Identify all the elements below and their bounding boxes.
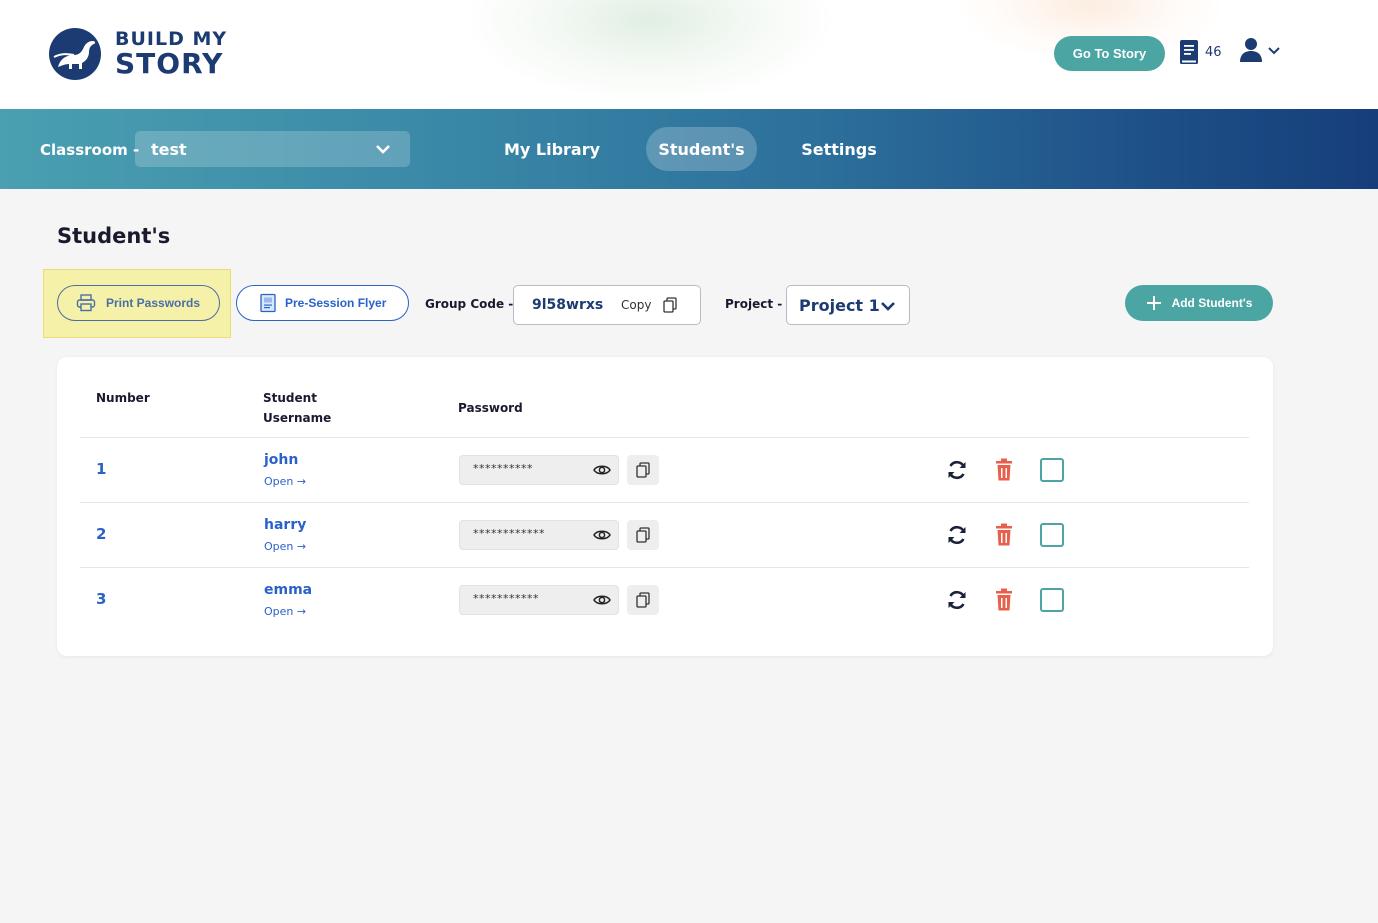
- go-to-story-button[interactable]: Go To Story: [1054, 36, 1165, 71]
- row-select-checkbox[interactable]: [1040, 523, 1064, 547]
- row-select-checkbox[interactable]: [1040, 458, 1064, 482]
- students-table: Number Student Username Password 1 john …: [57, 357, 1273, 656]
- group-code-copy-button[interactable]: Copy: [621, 297, 678, 313]
- flyer-icon: [260, 293, 276, 313]
- pre-session-flyer-label: Pre-Session Flyer: [285, 296, 387, 310]
- copy-label: Copy: [621, 298, 652, 312]
- chevron-down-icon: [1268, 47, 1280, 55]
- table-row: 3 emma Open → ***********: [80, 567, 1249, 632]
- print-passwords-button[interactable]: Print Passwords: [57, 285, 220, 321]
- chevron-down-icon: [376, 145, 390, 154]
- chevron-down-icon: [881, 302, 895, 311]
- copy-password-button[interactable]: [627, 455, 659, 485]
- trash-icon[interactable]: [994, 458, 1014, 482]
- classroom-label: Classroom -: [40, 141, 140, 159]
- row-number: 1: [96, 460, 107, 478]
- copy-password-button[interactable]: [627, 520, 659, 550]
- dinosaur-logo-icon: [49, 28, 101, 80]
- project-select-value: Project 1: [799, 295, 880, 315]
- logo-line-2: STORY: [115, 47, 224, 80]
- row-number: 3: [96, 590, 107, 608]
- open-student-link[interactable]: Open →: [264, 475, 306, 488]
- eye-icon[interactable]: [593, 528, 611, 542]
- project-select[interactable]: Project 1: [786, 285, 910, 325]
- password-mask: ***********: [473, 592, 539, 605]
- student-username-link[interactable]: john: [264, 452, 298, 468]
- classroom-select[interactable]: test: [135, 131, 410, 167]
- nav-students[interactable]: Student's: [646, 127, 757, 171]
- logo-text: BUILD MY STORY: [115, 30, 227, 78]
- copy-icon: [663, 297, 678, 313]
- table-row: 1 john Open → **********: [80, 437, 1249, 502]
- table-row: 2 harry Open → ************: [80, 502, 1249, 567]
- password-mask: ************: [473, 527, 545, 540]
- password-field: ************: [459, 520, 619, 550]
- page-title: Student's: [57, 224, 171, 248]
- password-mask: **********: [473, 462, 533, 475]
- row-select-checkbox[interactable]: [1040, 588, 1064, 612]
- books-counter[interactable]: 46: [1178, 39, 1222, 65]
- copy-password-button[interactable]: [627, 585, 659, 615]
- group-code-label: Group Code -: [425, 297, 514, 311]
- column-header-number: Number: [96, 391, 150, 405]
- student-username-link[interactable]: emma: [264, 582, 312, 598]
- copy-icon: [636, 527, 650, 543]
- column-header-password: Password: [458, 401, 523, 415]
- group-code-box: 9l58wrxs Copy: [513, 285, 701, 325]
- group-code-value: 9l58wrxs: [532, 297, 604, 313]
- book-icon: [1180, 40, 1198, 64]
- plus-icon: [1146, 296, 1161, 310]
- printer-icon: [76, 294, 96, 312]
- row-number: 2: [96, 525, 107, 543]
- refresh-icon[interactable]: [946, 459, 968, 481]
- password-field: **********: [459, 455, 619, 485]
- nav-settings[interactable]: Settings: [786, 127, 892, 171]
- logo[interactable]: BUILD MY STORY: [48, 27, 227, 81]
- header: BUILD MY STORY Go To Story 46: [0, 0, 1378, 109]
- add-students-label: Add Student's: [1171, 296, 1253, 310]
- password-field: ***********: [459, 585, 619, 615]
- project-label: Project -: [725, 297, 783, 311]
- header-decoration: [470, 0, 830, 100]
- copy-icon: [636, 462, 650, 478]
- user-menu[interactable]: [1239, 37, 1281, 63]
- pre-session-flyer-button[interactable]: Pre-Session Flyer: [236, 285, 409, 321]
- user-icon: [1240, 38, 1262, 62]
- column-header-username: Student Username: [263, 391, 332, 425]
- open-student-link[interactable]: Open →: [264, 540, 306, 553]
- trash-icon[interactable]: [994, 523, 1014, 547]
- refresh-icon[interactable]: [946, 589, 968, 611]
- eye-icon[interactable]: [593, 593, 611, 607]
- nav-my-library[interactable]: My Library: [490, 127, 614, 171]
- student-username-link[interactable]: harry: [264, 517, 306, 533]
- copy-icon: [636, 592, 650, 608]
- refresh-icon[interactable]: [946, 524, 968, 546]
- trash-icon[interactable]: [994, 588, 1014, 612]
- navbar: Classroom - test My Library Student's Se…: [0, 109, 1378, 189]
- print-passwords-label: Print Passwords: [106, 296, 201, 310]
- add-students-button[interactable]: Add Student's: [1125, 285, 1273, 321]
- eye-icon[interactable]: [593, 463, 611, 477]
- books-count: 46: [1205, 44, 1222, 60]
- open-student-link[interactable]: Open →: [264, 605, 306, 618]
- classroom-select-value: test: [151, 139, 187, 159]
